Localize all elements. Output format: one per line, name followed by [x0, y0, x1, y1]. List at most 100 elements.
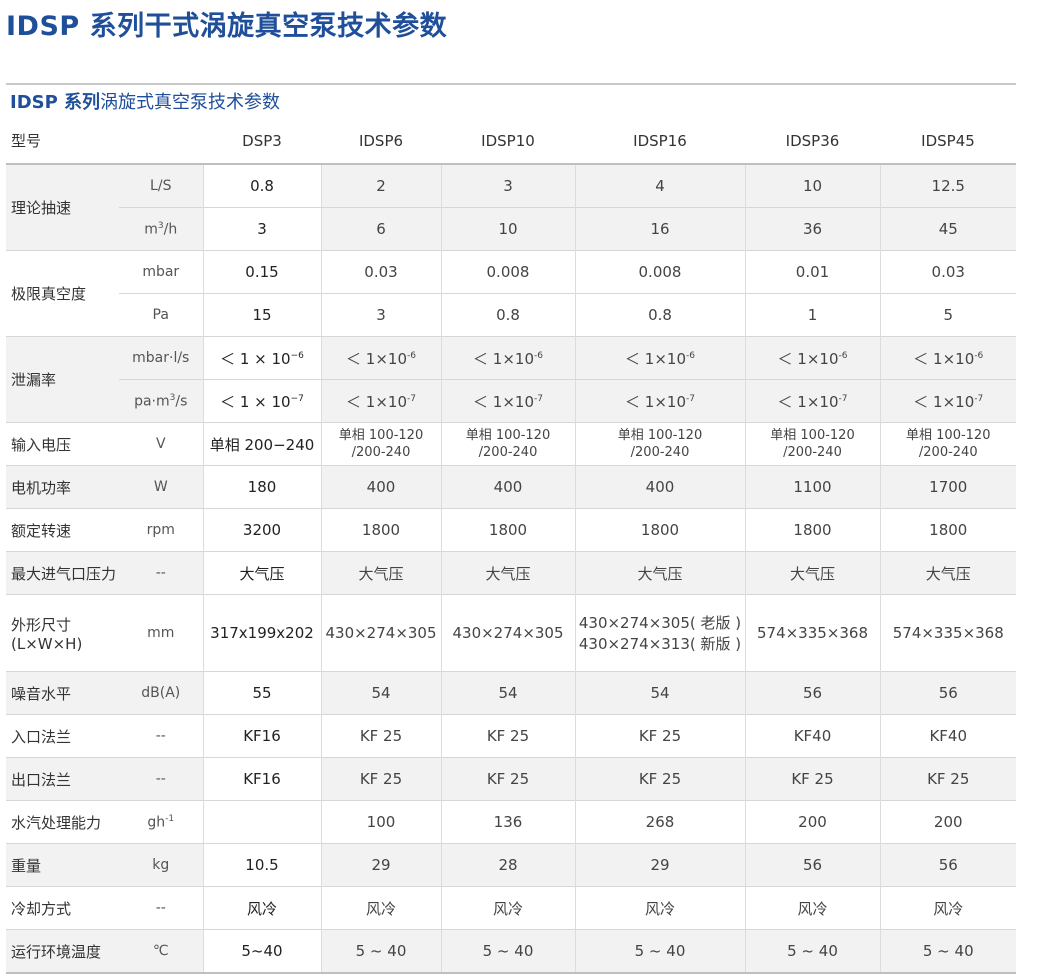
- table-row: m3/h 3 6 10 16 36 45: [6, 207, 1016, 251]
- header-model: IDSP16: [575, 118, 745, 165]
- row-unit: --: [119, 757, 204, 801]
- row-unit: mbar·l/s: [119, 336, 204, 380]
- cell: ＜ 1×10-6: [880, 336, 1016, 380]
- row-unit: --: [119, 886, 204, 930]
- cell: 10: [745, 164, 881, 208]
- cell: ＜ 1×10-7: [321, 379, 442, 423]
- cell: 56: [745, 843, 881, 887]
- cell: 1700: [880, 465, 1016, 509]
- cell: 0.8: [575, 293, 746, 337]
- table-row: 入口法兰 -- KF16 KF 25 KF 25 KF 25 KF40 KF40: [6, 714, 1016, 758]
- cell: 风冷: [575, 886, 746, 930]
- cell: 风冷: [321, 886, 442, 930]
- cell: 10: [441, 207, 576, 251]
- cell: 大气压: [203, 551, 322, 595]
- cell: 0.8: [441, 293, 576, 337]
- row-label: 电机功率: [6, 465, 119, 509]
- cell: ＜ 1 × 10−7: [203, 379, 322, 423]
- row-label: 噪音水平: [6, 671, 119, 715]
- row-unit: kg: [119, 843, 204, 887]
- cell: 200: [745, 800, 881, 844]
- cell: KF 25: [321, 757, 442, 801]
- cell: 2: [321, 164, 442, 208]
- cell: 15: [203, 293, 322, 337]
- cell: 54: [321, 671, 442, 715]
- cell: ＜ 1 × 10−6: [203, 336, 322, 380]
- cell: 风冷: [745, 886, 881, 930]
- row-label: 运行环境温度: [6, 929, 119, 974]
- table-header-row: 型号 DSP3 IDSP6 IDSP10 IDSP16 IDSP36 IDSP4…: [6, 118, 1016, 165]
- cell: ＜ 1×10-7: [441, 379, 576, 423]
- table-row: pa·m3/s ＜ 1 × 10−7 ＜ 1×10-7 ＜ 1×10-7 ＜ 1…: [6, 379, 1016, 423]
- page-title: IDSP 系列干式涡旋真空泵技术参数: [6, 11, 448, 42]
- cell: KF40: [745, 714, 881, 758]
- cell: 风冷: [880, 886, 1016, 930]
- cell: 317x199x202: [203, 594, 322, 672]
- row-unit: ℃: [119, 929, 204, 974]
- table-row: 输入电压 V 单相 200−240 单相 100-120/200-240 单相 …: [6, 422, 1016, 466]
- table-title: IDSP 系列涡旋式真空泵技术参数: [10, 88, 280, 114]
- cell: KF16: [203, 714, 322, 758]
- row-unit: --: [119, 714, 204, 758]
- cell: 55: [203, 671, 322, 715]
- table-row: 理论抽速 L/S 0.8 2 3 4 10 12.5: [6, 164, 1016, 251]
- cell: 180: [203, 465, 322, 509]
- cell: 12.5: [880, 164, 1016, 208]
- row-label: 入口法兰: [6, 714, 119, 758]
- cell: 单相 100-120/200-240: [321, 422, 442, 466]
- cell: KF40: [880, 714, 1016, 758]
- cell: 6: [321, 207, 442, 251]
- header-model: IDSP10: [441, 118, 575, 165]
- cell: ＜ 1×10-6: [745, 336, 881, 380]
- cell: 400: [321, 465, 442, 509]
- row-label: 额定转速: [6, 508, 119, 552]
- cell: 56: [745, 671, 881, 715]
- row-unit: m3/h: [119, 207, 204, 251]
- cell: 0.8: [203, 164, 322, 208]
- table-row: 泄漏率 mbar·l/s ＜ 1 × 10−6 ＜ 1×10-6 ＜ 1×10-…: [6, 336, 1016, 423]
- row-label: 理论抽速: [6, 164, 119, 251]
- header-model: IDSP45: [880, 118, 1016, 165]
- cell: 1800: [321, 508, 442, 552]
- cell: KF 25: [575, 757, 746, 801]
- cell: 430×274×305: [441, 594, 576, 672]
- cell: 574×335×368: [745, 594, 881, 672]
- cell: 0.03: [880, 250, 1016, 294]
- row-label: 极限真空度: [6, 250, 119, 337]
- table-row: 极限真空度 mbar 0.15 0.03 0.008 0.008 0.01 0.…: [6, 250, 1016, 337]
- row-label: 最大进气口压力: [6, 551, 119, 595]
- cell: 单相 100-120/200-240: [745, 422, 881, 466]
- cell: 5 ~ 40: [745, 929, 881, 974]
- row-unit: mm: [119, 594, 204, 672]
- cell: ＜ 1×10-7: [745, 379, 881, 423]
- cell: 400: [441, 465, 576, 509]
- cell: 10.5: [203, 843, 322, 887]
- cell: 0.01: [745, 250, 881, 294]
- cell: 0.008: [441, 250, 576, 294]
- row-unit: pa·m3/s: [119, 379, 204, 423]
- cell: 4: [575, 164, 746, 208]
- cell: [203, 800, 322, 844]
- cell: 29: [321, 843, 442, 887]
- cell: KF 25: [880, 757, 1016, 801]
- cell: 3200: [203, 508, 322, 552]
- table-title-rest: 涡旋式真空泵技术参数: [100, 92, 281, 113]
- row-label: 重量: [6, 843, 119, 887]
- cell: 1800: [880, 508, 1016, 552]
- cell: 430×274×305( 老版 ) 430×274×313( 新版 ): [575, 594, 746, 672]
- cell: KF 25: [441, 757, 576, 801]
- cell: 1800: [575, 508, 746, 552]
- cell: 大气压: [575, 551, 746, 595]
- cell: ＜ 1×10-6: [321, 336, 442, 380]
- cell: 单相 100-120/200-240: [880, 422, 1016, 466]
- cell: 56: [880, 843, 1016, 887]
- cell: 5 ~ 40: [321, 929, 442, 974]
- row-unit: Pa: [119, 293, 204, 337]
- cell: 3: [321, 293, 442, 337]
- row-unit: --: [119, 551, 204, 595]
- cell: 100: [321, 800, 442, 844]
- cell: 1: [745, 293, 881, 337]
- table-row: 额定转速 rpm 3200 1800 1800 1800 1800 1800: [6, 508, 1016, 552]
- cell: ＜ 1×10-7: [880, 379, 1016, 423]
- row-unit: W: [119, 465, 204, 509]
